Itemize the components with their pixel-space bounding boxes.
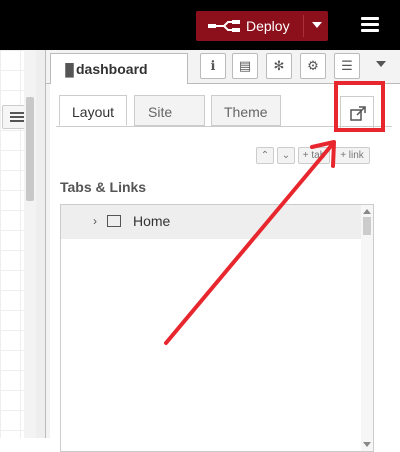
deploy-divider xyxy=(303,15,304,37)
tab-theme[interactable]: Theme xyxy=(211,95,281,126)
scroll-up-icon[interactable] xyxy=(363,209,371,214)
section-title: Tabs & Links xyxy=(60,179,147,195)
hamburger-icon-bar xyxy=(361,23,379,26)
add-link-label: + link xyxy=(340,150,364,161)
tab-icon xyxy=(107,215,121,227)
workspace-scrollbar[interactable] xyxy=(24,50,36,438)
expand-all-button[interactable]: ⌃ xyxy=(256,147,274,164)
annotation-highlight-box xyxy=(334,81,385,132)
bug-icon: ✻ xyxy=(273,58,285,73)
tab-menu-chevron-down-icon[interactable] xyxy=(376,61,386,67)
tab-site-label: Site xyxy=(148,104,173,120)
add-link-button[interactable]: + link xyxy=(334,147,370,164)
list-icon-bar xyxy=(10,120,25,122)
info-icon: ℹ xyxy=(210,58,216,73)
tree-scrollbar[interactable] xyxy=(361,205,373,451)
tree-item-label: Home xyxy=(133,213,171,229)
debug-button[interactable]: ✻ xyxy=(266,53,292,79)
scrollbar-thumb[interactable] xyxy=(26,97,34,201)
collapse-all-button[interactable]: ⌄ xyxy=(277,147,295,164)
context-data-button[interactable]: ☰ xyxy=(334,53,360,79)
hamburger-icon-bar xyxy=(361,17,379,20)
tab-dashboard[interactable]: ▐▌ dashboard xyxy=(50,53,188,84)
tab-theme-label: Theme xyxy=(224,104,268,120)
config-button[interactable]: ⚙ xyxy=(300,53,326,79)
hamburger-icon-bar xyxy=(361,29,379,32)
deploy-menu-caret-icon[interactable] xyxy=(312,22,322,28)
list-icon-bar xyxy=(10,116,25,118)
list-icon-bar xyxy=(10,112,25,114)
add-tab-label: + tab xyxy=(302,150,326,161)
deploy-button[interactable]: Deploy xyxy=(196,11,328,41)
tab-layout-label: Layout xyxy=(72,104,115,120)
collapse-all-icon: ⌄ xyxy=(281,150,291,161)
tabs-links-tree[interactable]: › Home xyxy=(60,204,374,452)
deploy-label: Deploy xyxy=(246,18,290,34)
tree-item-home[interactable]: › Home xyxy=(61,205,361,239)
add-tab-button[interactable]: + tab xyxy=(298,147,330,164)
gear-icon: ⚙ xyxy=(307,58,319,73)
tab-site[interactable]: Site xyxy=(134,95,205,126)
tab-layout[interactable]: Layout xyxy=(59,95,127,126)
main-menu-button[interactable] xyxy=(358,14,382,36)
sidebar-tabbar: ▐▌ dashboard ℹ ▤ ✻ ⚙ ☰ xyxy=(46,50,400,84)
help-button[interactable]: ▤ xyxy=(232,53,258,79)
sidebar-separator[interactable] xyxy=(36,50,46,438)
database-icon: ☰ xyxy=(341,58,353,73)
deploy-flow-icon xyxy=(208,20,240,32)
scrollbar-thumb[interactable] xyxy=(363,217,371,235)
info-button[interactable]: ℹ xyxy=(200,53,226,79)
chevron-right-icon[interactable]: › xyxy=(93,214,97,228)
expand-all-icon: ⌃ xyxy=(260,150,270,161)
tab-dashboard-label: dashboard xyxy=(76,61,148,77)
dashboard-panel: Layout Site Theme Tabs & Links › Home xyxy=(50,84,400,452)
book-icon: ▤ xyxy=(238,58,252,73)
scroll-down-icon[interactable] xyxy=(363,442,371,447)
header-bar: Deploy xyxy=(0,0,400,50)
